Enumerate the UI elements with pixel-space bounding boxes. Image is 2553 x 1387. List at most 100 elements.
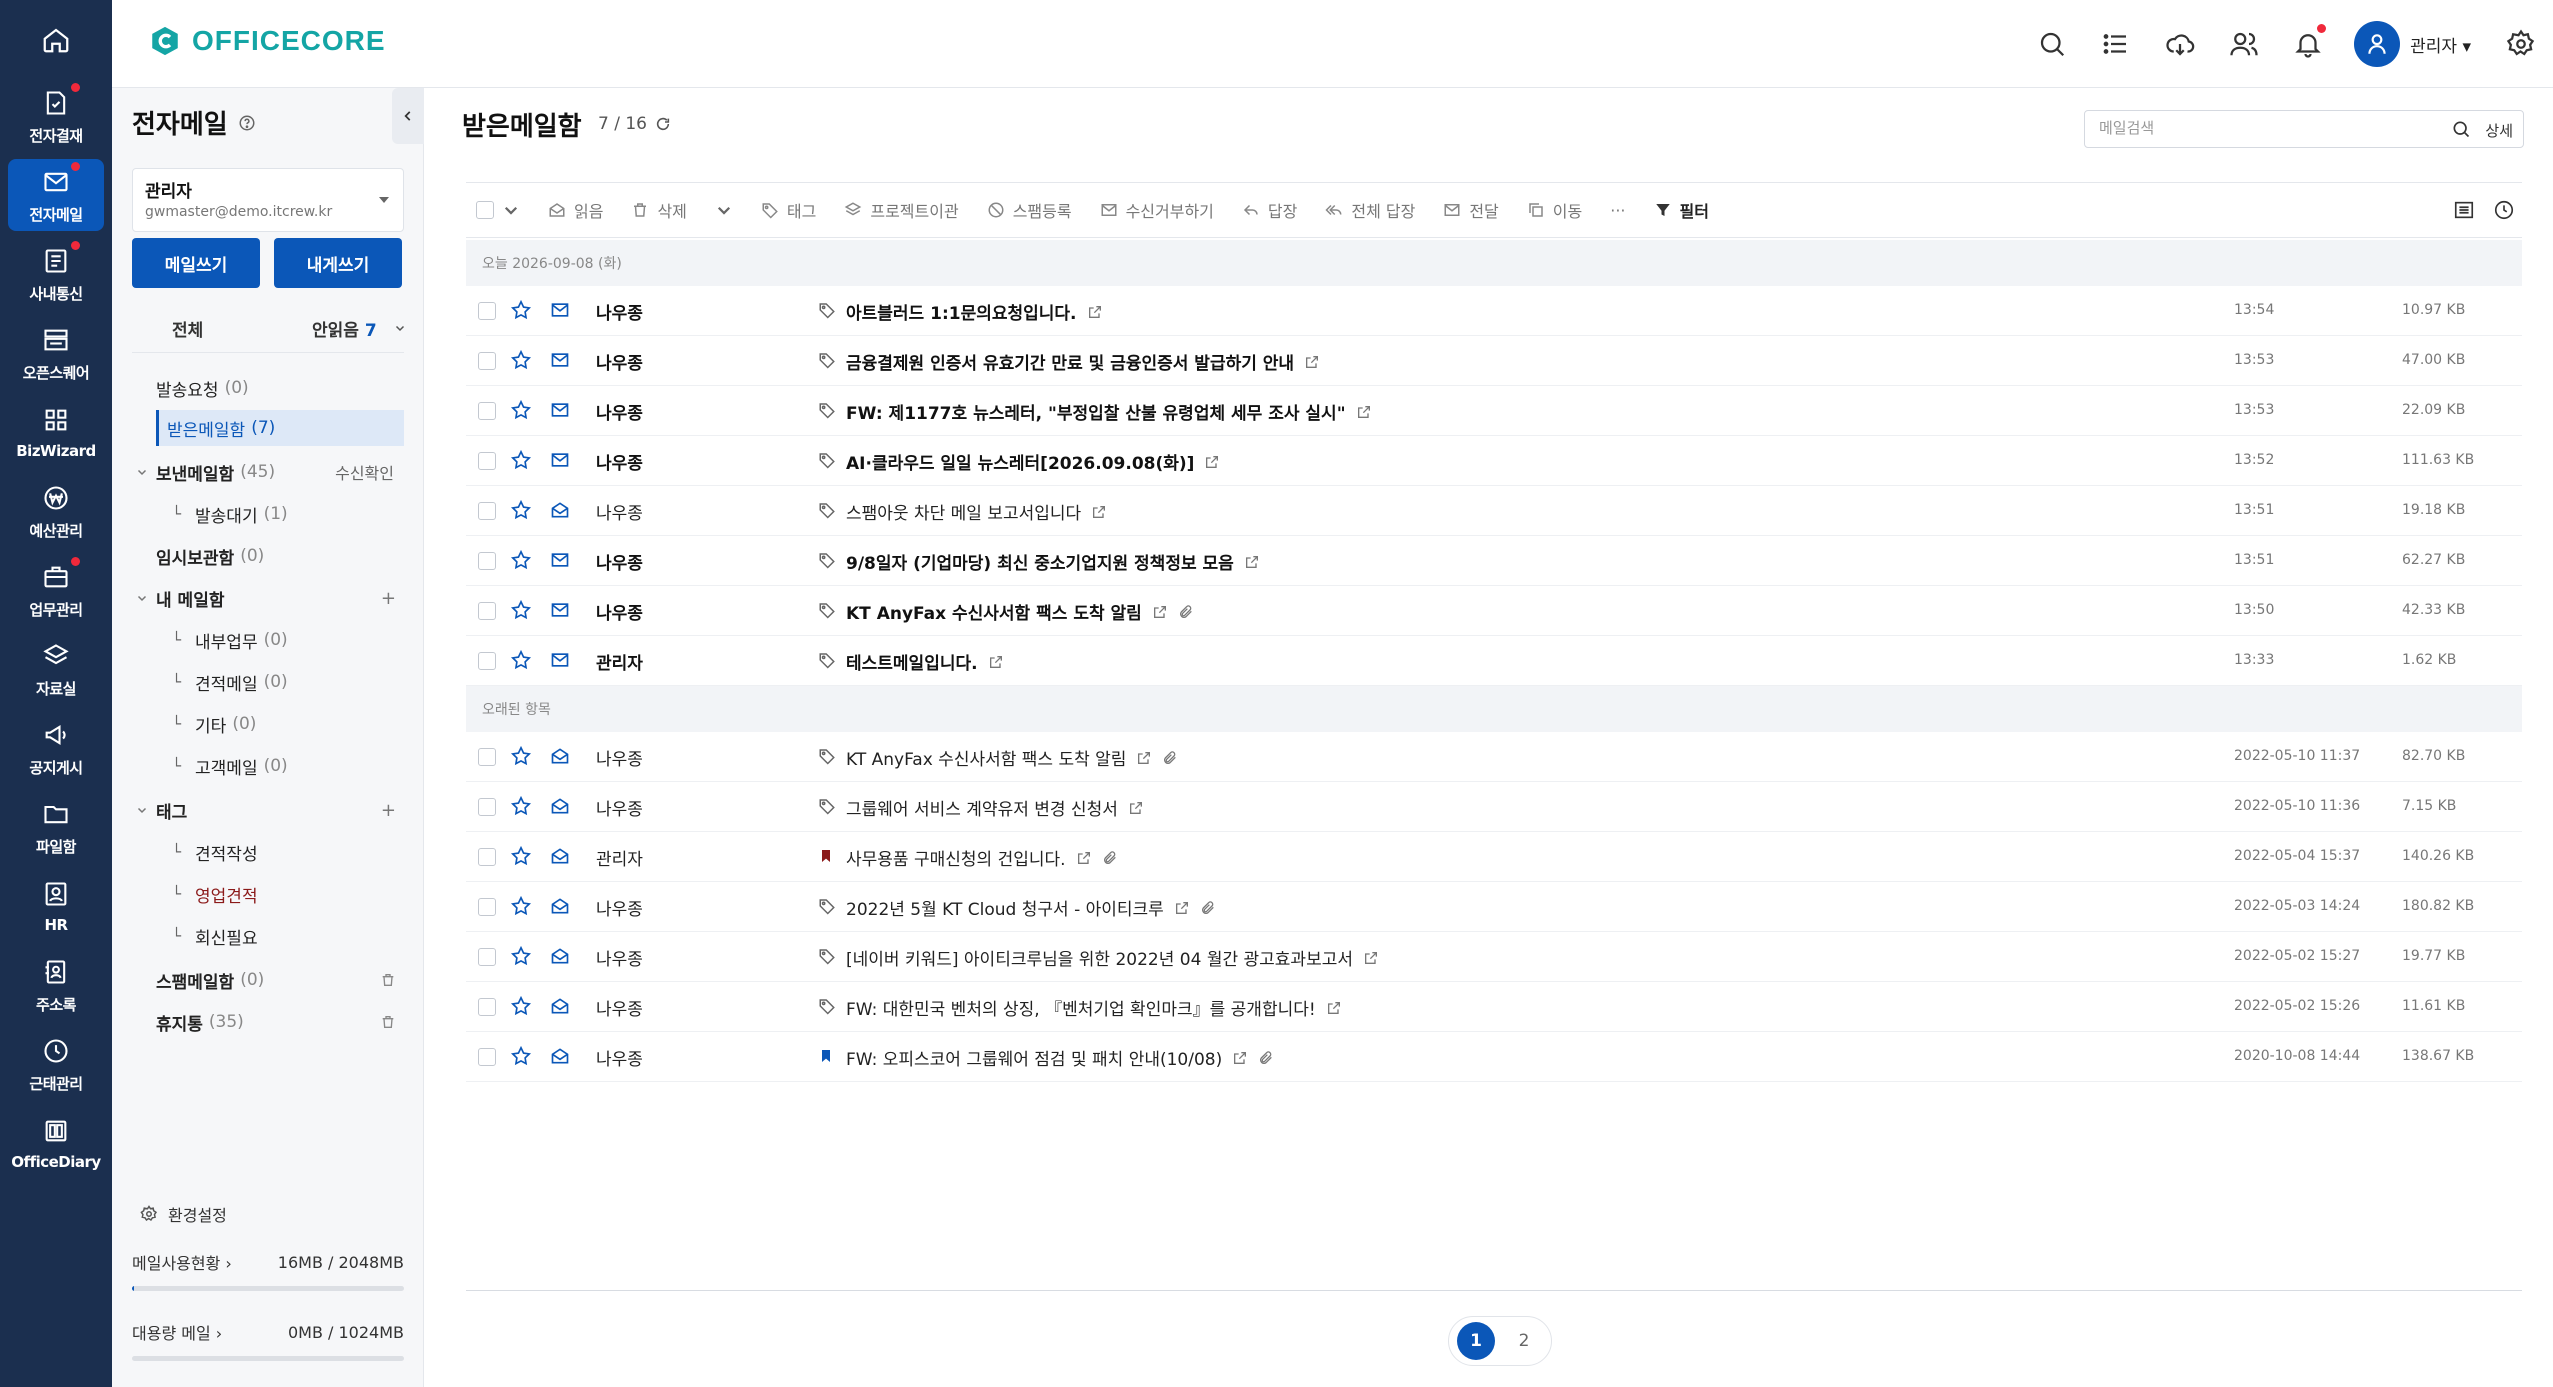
mail-subject[interactable]: FW: 대한민국 벤처의 상징, 『벤처기업 확인마크』를 공개합니다!: [846, 995, 1342, 1020]
rail-item-id-card[interactable]: HR: [8, 870, 104, 942]
star-icon[interactable]: [510, 449, 532, 471]
row-checkbox[interactable]: [478, 552, 496, 570]
mail-row[interactable]: 나우종 9/8일자 (기업마당) 최신 중소기업지원 정책정보 모음 13:51 62…: [466, 536, 2522, 586]
bulk-label[interactable]: 대용량 메일 ›: [132, 1320, 222, 1344]
rail-item-diary[interactable]: OfficeDiary: [8, 1107, 104, 1179]
row-checkbox[interactable]: [478, 402, 496, 420]
tag-icon[interactable]: [818, 651, 836, 669]
envelope-open-icon[interactable]: [550, 896, 570, 916]
envelope-icon[interactable]: [550, 300, 570, 320]
tag-icon[interactable]: [818, 797, 836, 815]
row-checkbox[interactable]: [478, 998, 496, 1016]
chevron-down-icon[interactable]: [136, 592, 148, 604]
mail-subject[interactable]: 아트블러드 1:1문의요청입니다.: [846, 299, 1103, 324]
external-link-icon[interactable]: [1136, 750, 1152, 766]
usage-label[interactable]: 메일사용현황 ›: [132, 1250, 232, 1274]
folder-trash[interactable]: 휴지통 (35): [156, 1004, 404, 1040]
row-checkbox[interactable]: [478, 502, 496, 520]
folder-my-client[interactable]: └ 고객메일 (0): [172, 748, 404, 784]
rail-item-folder[interactable]: 파일함: [8, 791, 104, 863]
star-icon[interactable]: [510, 499, 532, 521]
envelope-icon[interactable]: [550, 350, 570, 370]
add-tag-button[interactable]: +: [381, 800, 396, 821]
row-checkbox[interactable]: [478, 798, 496, 816]
filter-button[interactable]: 필터: [1640, 183, 1723, 237]
envelope-open-icon[interactable]: [550, 1046, 570, 1066]
more-button[interactable]: ···: [1596, 183, 1639, 237]
folder-send-request[interactable]: 발송요청 (0): [156, 370, 404, 406]
chevron-down-icon[interactable]: [136, 804, 148, 816]
mail-subject[interactable]: 9/8일자 (기업마당) 최신 중소기업지원 정책정보 모음: [846, 549, 1260, 574]
tag-icon[interactable]: [818, 451, 836, 469]
star-icon[interactable]: [510, 1045, 532, 1067]
star-icon[interactable]: [510, 995, 532, 1017]
rail-item-grid[interactable]: BizWizard: [8, 396, 104, 468]
folder-inbox[interactable]: 받은메일함 (7): [156, 410, 404, 446]
mail-subject[interactable]: AI·클라우드 일일 뉴스레터[2026.09.08(화)]: [846, 449, 1220, 474]
external-link-icon[interactable]: [1174, 900, 1190, 916]
write-to-self-button[interactable]: 내게쓰기: [274, 238, 402, 288]
mail-subject[interactable]: FW: 오피스코어 그룹웨어 점검 및 패치 안내(10/08): [846, 1045, 1274, 1070]
tag-reply-needed[interactable]: └ 회신필요: [172, 918, 404, 954]
tag-icon[interactable]: [818, 601, 836, 619]
help-icon[interactable]: [238, 114, 256, 132]
star-icon[interactable]: [510, 599, 532, 621]
refresh-icon[interactable]: [655, 116, 671, 132]
rail-item-message[interactable]: 사내통신: [8, 238, 104, 310]
mail-row[interactable]: 나우종 FW: 대한민국 벤처의 상징, 『벤처기업 확인마크』를 공개합니다! 2…: [466, 982, 2522, 1032]
tag-icon[interactable]: [818, 501, 836, 519]
row-checkbox[interactable]: [478, 452, 496, 470]
tag-icon[interactable]: [818, 747, 836, 765]
rail-item-address-book[interactable]: 주소록: [8, 949, 104, 1021]
envelope-open-icon[interactable]: [550, 796, 570, 816]
trash-icon[interactable]: [380, 972, 396, 988]
notification-button[interactable]: [2276, 12, 2340, 76]
rail-item-board[interactable]: 오픈스퀘어: [8, 317, 104, 389]
folder-tags[interactable]: 태그 +: [137, 792, 404, 828]
project-transfer-button[interactable]: 프로젝트이관: [830, 183, 972, 237]
tag-icon[interactable]: [818, 301, 836, 319]
mail-row[interactable]: 나우종 스팸아웃 차단 메일 보고서입니다 13:51 19.18 KB: [466, 486, 2522, 536]
folder-drafts[interactable]: 임시보관함 (0): [156, 538, 404, 574]
external-link-icon[interactable]: [1087, 304, 1103, 320]
rail-item-mail[interactable]: 전자메일: [8, 159, 104, 231]
forward-button[interactable]: 전달: [1429, 183, 1512, 237]
external-link-icon[interactable]: [1076, 850, 1092, 866]
tag-icon[interactable]: [818, 351, 836, 369]
mail-row[interactable]: 나우종 아트블러드 1:1문의요청입니다. 13:54 10.97 KB: [466, 286, 2522, 336]
star-icon[interactable]: [510, 549, 532, 571]
star-icon[interactable]: [510, 845, 532, 867]
row-checkbox[interactable]: [478, 652, 496, 670]
mail-settings-link[interactable]: 환경설정: [132, 1202, 404, 1226]
tag-sales-quote[interactable]: └ 영업견적: [172, 876, 404, 912]
recent-button[interactable]: [2486, 192, 2522, 228]
select-all-checkbox[interactable]: [466, 183, 534, 237]
mail-row[interactable]: 관리자 사무용품 구매신청의 건입니다. 2022-05-04 15:37 140.2…: [466, 832, 2522, 882]
brand-logo[interactable]: OFFICECORE: [148, 24, 386, 58]
external-link-icon[interactable]: [1326, 1000, 1342, 1016]
add-folder-button[interactable]: +: [381, 588, 396, 609]
delete-button[interactable]: 삭제: [617, 183, 700, 237]
external-link-icon[interactable]: [1091, 504, 1107, 520]
tag-icon[interactable]: [818, 897, 836, 915]
row-checkbox[interactable]: [478, 848, 496, 866]
envelope-open-icon[interactable]: [550, 996, 570, 1016]
folder-spam[interactable]: 스팸메일함 (0): [156, 962, 404, 998]
star-icon[interactable]: [510, 945, 532, 967]
tag-icon[interactable]: [818, 551, 836, 569]
star-icon[interactable]: [510, 895, 532, 917]
mail-row[interactable]: 나우종 [네이버 키워드] 아이티크루님을 위한 2022년 04 월간 광고효과…: [466, 932, 2522, 982]
chevron-down-icon[interactable]: [136, 466, 148, 478]
compose-button[interactable]: 메일쓰기: [132, 238, 260, 288]
mail-subject[interactable]: KT AnyFax 수신사서함 팩스 도착 알림: [846, 599, 1194, 624]
chevron-down-icon[interactable]: [394, 322, 406, 334]
reject-sender-button[interactable]: 수신거부하기: [1086, 183, 1228, 237]
external-link-icon[interactable]: [1356, 404, 1372, 420]
advanced-search-link[interactable]: 상세: [2485, 120, 2513, 141]
filter-unread[interactable]: 안읽음 7: [312, 316, 377, 341]
mail-subject[interactable]: [네이버 키워드] 아이티크루님을 위한 2022년 04 월간 광고효과보고서: [846, 945, 1379, 970]
external-link-icon[interactable]: [1232, 1050, 1248, 1066]
rail-item-won[interactable]: 예산관리: [8, 475, 104, 547]
mail-row[interactable]: 나우종 2022년 5월 KT Cloud 청구서 - 아이티크루 2022-05-…: [466, 882, 2522, 932]
row-checkbox[interactable]: [478, 748, 496, 766]
